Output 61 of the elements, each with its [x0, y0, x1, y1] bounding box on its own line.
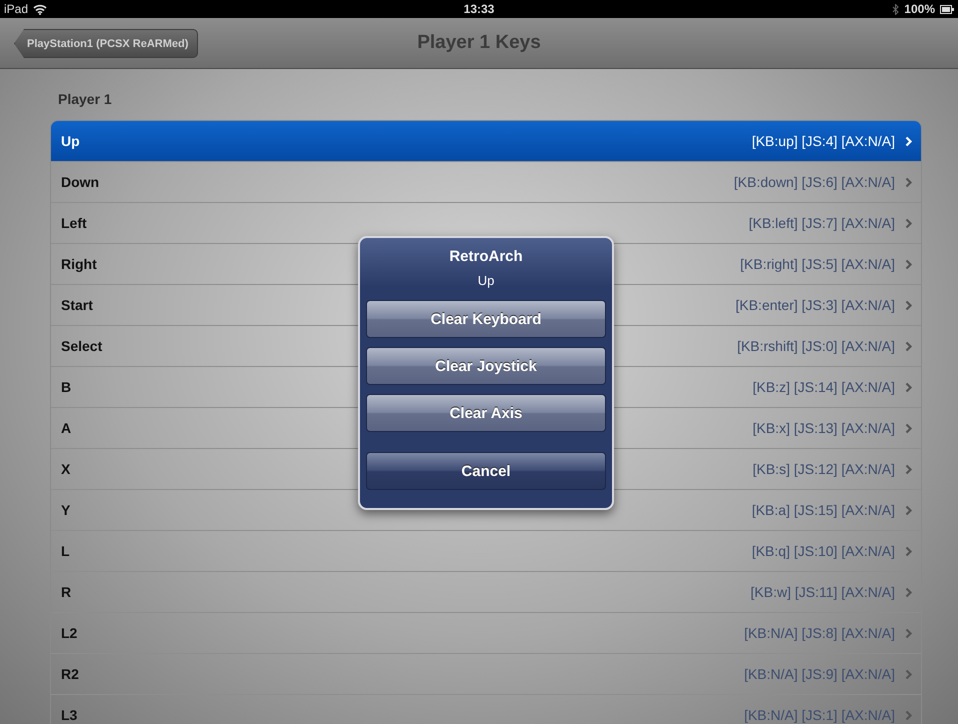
key-label[interactable]: X: [61, 461, 70, 477]
chevron-icon: [905, 136, 913, 146]
key-binding: [KB:w] [JS:11] [AX:N/A]: [750, 584, 895, 600]
bluetooth-icon: [892, 4, 900, 14]
action-button[interactable]: Clear Joystick: [366, 347, 606, 385]
page-title: Player 1 Keys: [417, 32, 541, 54]
device-name: iPad: [4, 2, 28, 16]
clock-time: 13:33: [464, 2, 494, 16]
key-label[interactable]: L2: [61, 625, 78, 641]
battery-percentage: 100%: [904, 2, 935, 16]
chevron-icon: [905, 300, 913, 310]
chevron-icon: [905, 464, 913, 474]
key-binding: [KB:enter] [JS:3] [AX:N/A]: [735, 297, 895, 313]
key-label[interactable]: Left: [61, 215, 87, 231]
key-label[interactable]: Up: [61, 133, 80, 149]
key-label[interactable]: R: [61, 584, 72, 600]
action-button[interactable]: Clear Axis: [366, 394, 606, 432]
key-binding: [KB:up] [JS:4] [AX:N/A]: [752, 133, 895, 149]
key-binding: [KB:N/A] [JS:1] [AX:N/A]: [744, 707, 895, 723]
key-binding: [KB:x] [JS:13] [AX:N/A]: [752, 420, 895, 436]
back-button[interactable]: PlayStation1 (PCSX ReARMed): [14, 29, 198, 58]
key-label[interactable]: Y: [61, 502, 70, 518]
key-binding: [KB:rshift] [JS:0] [AX:N/A]: [737, 338, 895, 354]
key-binding: [KB:z] [JS:14] [AX:N/A]: [752, 379, 895, 395]
chevron-icon: [905, 340, 913, 352]
action-button[interactable]: Clear Keyboard: [366, 300, 606, 338]
chevron-icon: [905, 382, 913, 392]
chevron-icon: [905, 422, 913, 434]
chevron-icon: [905, 258, 913, 270]
key-label[interactable]: L3: [61, 707, 78, 723]
chevron-icon: [905, 586, 913, 598]
sheet-message: Up: [476, 273, 496, 288]
key-binding: [KB:N/A] [JS:9] [AX:N/A]: [744, 666, 895, 682]
key-binding: [KB:N/A] [JS:8] [AX:N/A]: [744, 625, 895, 641]
key-label[interactable]: Right: [61, 256, 97, 272]
chevron-icon: [905, 176, 913, 188]
chevron-icon: [905, 504, 913, 516]
chevron-icon: [905, 668, 913, 680]
battery-icon: [940, 4, 954, 14]
key-binding: [KB:q] [JS:10] [AX:N/A]: [752, 543, 895, 559]
key-label[interactable]: R2: [61, 666, 79, 682]
key-binding: [KB:right] [JS:5] [AX:N/A]: [740, 256, 895, 272]
key-binding: [KB:s] [JS:12] [AX:N/A]: [752, 461, 895, 477]
chevron-icon: [905, 218, 913, 228]
wifi-icon: [33, 4, 48, 14]
key-label[interactable]: B: [61, 379, 72, 395]
selected-row[interactable]: Up [KB:up] [JS:4] [AX:N/A]: [51, 121, 921, 161]
key-binding: [KB:down] [JS:6] [AX:N/A]: [734, 174, 895, 190]
chevron-icon: [905, 546, 913, 556]
chevron-icon: [905, 628, 913, 638]
sheet-title: RetroArch: [448, 248, 524, 265]
key-label[interactable]: Down: [61, 174, 100, 190]
key-label[interactable]: Start: [61, 297, 93, 313]
chevron-icon: [905, 710, 913, 720]
key-label[interactable]: Select: [61, 338, 102, 354]
cancel-button[interactable]: Cancel: [366, 452, 606, 490]
key-binding: [KB:left] [JS:7] [AX:N/A]: [748, 215, 895, 231]
key-binding: [KB:a] [JS:15] [AX:N/A]: [752, 502, 895, 518]
section-header: Player 1: [57, 91, 113, 109]
key-label[interactable]: A: [61, 420, 72, 436]
key-label[interactable]: L: [61, 543, 70, 559]
